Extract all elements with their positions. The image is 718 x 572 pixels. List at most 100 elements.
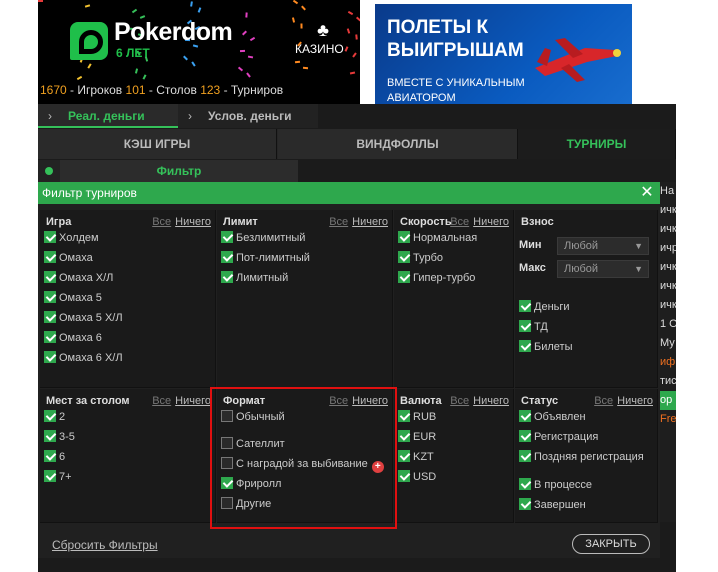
filter-option[interactable]: Гипер-турбо: [398, 270, 475, 286]
tournament-list-item[interactable]: ичк: [660, 201, 676, 220]
close-icon[interactable]: ✕: [638, 182, 656, 204]
checkbox-checked[interactable]: [398, 470, 410, 482]
filter-option[interactable]: Регистрация: [519, 429, 598, 445]
filter-option[interactable]: 6: [44, 449, 65, 465]
tournament-list-item[interactable]: ичк: [660, 277, 676, 296]
filter-option[interactable]: В процессе: [519, 477, 592, 493]
filter-option[interactable]: Билеты: [519, 339, 572, 355]
checkbox-checked[interactable]: [44, 410, 56, 422]
filter-option[interactable]: Холдем: [44, 230, 99, 246]
tab-windfalls[interactable]: ВИНДФОЛЛЫ: [278, 129, 518, 159]
close-button[interactable]: ЗАКРЫТЬ: [572, 534, 650, 554]
checkbox-checked[interactable]: [221, 271, 233, 283]
brand-name[interactable]: Pokerdom: [114, 18, 233, 47]
tab-real-money[interactable]: › Реал. деньги: [38, 104, 178, 128]
checkbox-checked[interactable]: [44, 430, 56, 442]
filter-option[interactable]: Нормальная: [398, 230, 477, 246]
filter-option[interactable]: RUB: [398, 409, 436, 425]
filter-option[interactable]: EUR: [398, 429, 436, 445]
checkbox-checked[interactable]: [398, 251, 410, 263]
filter-option[interactable]: Поздняя регистрация: [519, 449, 644, 465]
filter-option[interactable]: KZT: [398, 449, 434, 465]
select-none-link[interactable]: Ничего: [352, 216, 388, 228]
select-all-link[interactable]: Все: [152, 216, 171, 228]
select-all-link[interactable]: Все: [450, 216, 469, 228]
checkbox-checked[interactable]: [398, 271, 410, 283]
tournament-list-item[interactable]: На: [660, 182, 676, 201]
checkbox-checked[interactable]: [519, 430, 531, 442]
tournament-list-item[interactable]: тис: [660, 372, 676, 391]
select-none-link[interactable]: Ничего: [473, 216, 509, 228]
select-links: Все Ничего: [325, 216, 388, 228]
tournament-list-item[interactable]: Му: [660, 334, 676, 353]
filter-option[interactable]: Омаха Х/Л: [44, 270, 113, 286]
tab-tournaments[interactable]: ТУРНИРЫ: [518, 129, 676, 159]
checkbox-checked[interactable]: [398, 450, 410, 462]
buyin-max-select[interactable]: Любой ▼: [557, 260, 649, 278]
checkbox-checked[interactable]: [44, 311, 56, 323]
filter-option[interactable]: Лимитный: [221, 270, 288, 286]
checkbox-checked[interactable]: [44, 231, 56, 243]
tab-cash-games[interactable]: КЭШ ИГРЫ: [38, 129, 277, 159]
select-none-link[interactable]: Ничего: [175, 216, 211, 228]
checkbox-checked[interactable]: [221, 231, 233, 243]
tournament-list-item[interactable]: ифр: [660, 353, 676, 372]
checkbox-checked[interactable]: [398, 231, 410, 243]
checkbox-checked[interactable]: [519, 320, 531, 332]
checkbox-checked[interactable]: [44, 271, 56, 283]
select-none-link[interactable]: Ничего: [175, 395, 211, 407]
checkbox-checked[interactable]: [44, 450, 56, 462]
checkbox-checked[interactable]: [519, 300, 531, 312]
filter-option[interactable]: 3-5: [44, 429, 75, 445]
filter-option[interactable]: Омаха 6 Х/Л: [44, 350, 123, 366]
checkbox-checked[interactable]: [44, 351, 56, 363]
filter-option[interactable]: Деньги: [519, 299, 570, 315]
filter-option[interactable]: Безлимитный: [221, 230, 305, 246]
filter-button[interactable]: Фильтр: [60, 160, 298, 182]
buyin-min-select[interactable]: Любой ▼: [557, 237, 649, 255]
tournament-list-item[interactable]: ичр: [660, 239, 676, 258]
filter-option[interactable]: Омаха 5 Х/Л: [44, 310, 123, 326]
checkbox-checked[interactable]: [519, 450, 531, 462]
select-all-link[interactable]: Все: [329, 216, 348, 228]
tournament-list-item[interactable]: Fre: [660, 410, 676, 429]
select-all-link[interactable]: Все: [152, 395, 171, 407]
filter-option[interactable]: Омаха: [44, 250, 93, 266]
tournament-list-item[interactable]: ичк: [660, 258, 676, 277]
filter-option[interactable]: Омаха 5: [44, 290, 102, 306]
checkbox-checked[interactable]: [519, 410, 531, 422]
checkbox-checked[interactable]: [519, 340, 531, 352]
tournament-list-item[interactable]: ор: [660, 391, 676, 410]
pokerdom-logo-icon[interactable]: [70, 22, 108, 60]
filter-option[interactable]: Объявлен: [519, 409, 586, 425]
confetti-piece: [249, 36, 256, 42]
casino-icon[interactable]: ♣: [312, 20, 334, 40]
reset-filters-link[interactable]: Сбросить Фильтры: [52, 538, 158, 552]
checkbox-checked[interactable]: [221, 251, 233, 263]
filter-option[interactable]: Пот-лимитный: [221, 250, 310, 266]
tournament-list-item[interactable]: 1 О: [660, 315, 676, 334]
checkbox-checked[interactable]: [44, 251, 56, 263]
filter-option[interactable]: Турбо: [398, 250, 443, 266]
checkbox-checked[interactable]: [44, 470, 56, 482]
tab-play-money[interactable]: › Услов. деньги: [178, 104, 318, 128]
select-none-link[interactable]: Ничего: [473, 395, 509, 407]
filter-option[interactable]: Омаха 6: [44, 330, 102, 346]
checkbox-checked[interactable]: [519, 478, 531, 490]
tournament-list-item[interactable]: ичк: [660, 220, 676, 239]
checkbox-checked[interactable]: [398, 410, 410, 422]
select-all-link[interactable]: Все: [594, 395, 613, 407]
checkbox-checked[interactable]: [519, 498, 531, 510]
checkbox-checked[interactable]: [44, 291, 56, 303]
select-all-link[interactable]: Все: [450, 395, 469, 407]
filter-option[interactable]: 7+: [44, 469, 72, 485]
tournament-list-item[interactable]: ичк: [660, 296, 676, 315]
checkbox-checked[interactable]: [398, 430, 410, 442]
casino-link[interactable]: КАЗИНО: [295, 42, 344, 56]
select-none-link[interactable]: Ничего: [617, 395, 653, 407]
filter-option[interactable]: 2: [44, 409, 65, 425]
filter-option[interactable]: USD: [398, 469, 436, 485]
filter-option[interactable]: ТД: [519, 319, 548, 335]
filter-option[interactable]: Завершен: [519, 497, 586, 513]
checkbox-checked[interactable]: [44, 331, 56, 343]
